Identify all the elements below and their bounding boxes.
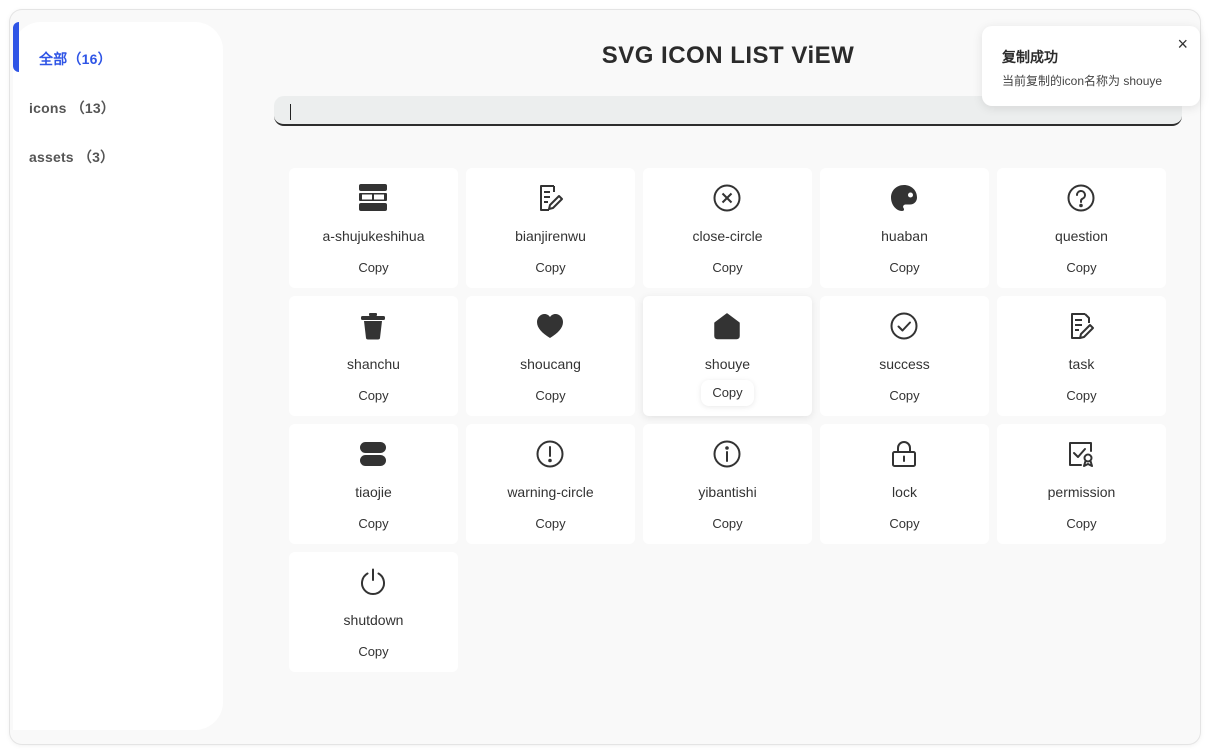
icon-name: huaban (881, 228, 928, 244)
sidebar-item-all[interactable]: 全部（16） (39, 49, 112, 69)
icon-card[interactable]: huaban Copy (820, 168, 989, 288)
icon-name: question (1055, 228, 1108, 244)
adjust-icon (359, 440, 387, 468)
toast-message: 当前复制的icon名称为 shouye (1002, 74, 1163, 88)
copy-button[interactable]: Copy (997, 388, 1166, 403)
copy-button[interactable]: Copy (289, 644, 458, 659)
copy-button[interactable]: Copy (289, 516, 458, 531)
sidebar: 全部（16） icons （13） assets （3） (13, 22, 223, 730)
icon-name: shanchu (347, 356, 400, 372)
palette-icon (890, 184, 918, 212)
copy-button[interactable]: Copy (466, 388, 635, 403)
question-icon (1067, 184, 1095, 212)
close-icon[interactable]: × (1177, 34, 1188, 55)
icon-card[interactable]: shutdown Copy (289, 552, 458, 672)
icon-name: task (1068, 356, 1095, 372)
copy-button[interactable]: Copy (643, 260, 812, 275)
sidebar-item-assets[interactable]: assets （3） (29, 147, 114, 167)
copy-button[interactable]: Copy (820, 260, 989, 275)
icon-card[interactable]: permission Copy (997, 424, 1166, 544)
info-circle-icon (713, 440, 741, 468)
icon-card[interactable]: yibantishi Copy (643, 424, 812, 544)
icon-card[interactable]: question Copy (997, 168, 1166, 288)
copy-button[interactable]: Copy (289, 388, 458, 403)
copy-button[interactable]: Copy (289, 260, 458, 275)
icon-card[interactable]: warning-circle Copy (466, 424, 635, 544)
task-icon (1067, 312, 1095, 340)
icon-name: bianjirenwu (515, 228, 586, 244)
icon-name: yibantishi (698, 484, 757, 500)
copy-button[interactable]: Copy (820, 388, 989, 403)
dashboard-icon (359, 184, 387, 212)
trash-icon (359, 312, 387, 340)
icon-name: success (879, 356, 930, 372)
icon-name: shouye (704, 356, 751, 372)
icon-card[interactable]: shoucang Copy (466, 296, 635, 416)
icon-card[interactable]: tiaojie Copy (289, 424, 458, 544)
text-cursor (290, 104, 291, 120)
copy-button[interactable]: Copy (820, 516, 989, 531)
icon-name: permission (1047, 484, 1116, 500)
icon-card[interactable]: task Copy (997, 296, 1166, 416)
copy-button[interactable]: Copy (997, 516, 1166, 531)
sidebar-item-icons[interactable]: icons （13） (29, 98, 115, 118)
sidebar-active-indicator (13, 22, 19, 72)
icon-grid: a-shujukeshihua Copy bianjirenwu Copy cl… (289, 168, 1166, 672)
icon-card[interactable]: a-shujukeshihua Copy (289, 168, 458, 288)
close-circle-icon (713, 184, 741, 212)
icon-card[interactable]: bianjirenwu Copy (466, 168, 635, 288)
icon-name: lock (892, 484, 917, 500)
icon-name: shoucang (520, 356, 581, 372)
copy-button[interactable]: Copy (701, 380, 754, 406)
icon-card[interactable]: lock Copy (820, 424, 989, 544)
home-icon (713, 312, 741, 340)
warning-circle-icon (536, 440, 564, 468)
edit-task-icon (536, 184, 564, 212)
icon-card[interactable]: close-circle Copy (643, 168, 812, 288)
copy-success-toast: 复制成功 当前复制的icon名称为 shouye × (982, 26, 1200, 106)
lock-icon (890, 440, 918, 468)
icon-name: warning-circle (507, 484, 594, 500)
power-icon (359, 568, 387, 596)
icon-name: a-shujukeshihua (322, 228, 425, 244)
heart-icon (536, 312, 564, 340)
icon-name: tiaojie (355, 484, 392, 500)
copy-button[interactable]: Copy (997, 260, 1166, 275)
permission-icon (1067, 440, 1095, 468)
copy-button[interactable]: Copy (643, 516, 812, 531)
icon-card[interactable]: success Copy (820, 296, 989, 416)
icon-name: shutdown (343, 612, 404, 628)
copy-button[interactable]: Copy (466, 260, 635, 275)
icon-card[interactable]: shanchu Copy (289, 296, 458, 416)
toast-title: 复制成功 (1002, 49, 1058, 65)
copy-button[interactable]: Copy (466, 516, 635, 531)
check-circle-icon (890, 312, 918, 340)
icon-card-selected[interactable]: shouye Copy (643, 296, 812, 416)
icon-name: close-circle (692, 228, 763, 244)
